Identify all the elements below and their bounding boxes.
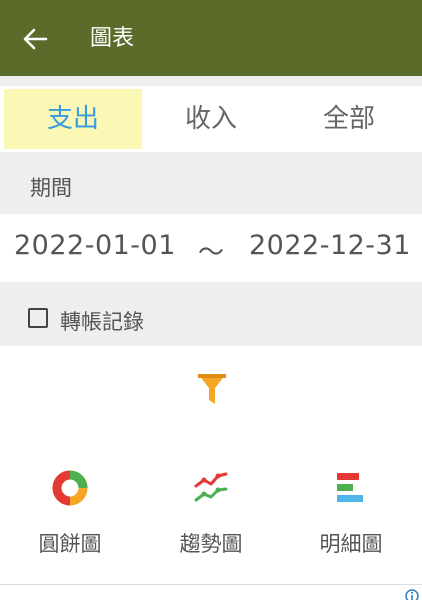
transfer-label: 轉帳記錄 <box>60 310 144 334</box>
page-title: 圖表 <box>90 26 135 51</box>
arrow-left-icon[interactable] <box>22 27 48 51</box>
divider <box>0 76 422 86</box>
tab-expense[interactable]: 支出 <box>4 89 142 149</box>
pie-chart-icon <box>52 470 88 506</box>
pie-chart-button[interactable]: 圓餅圖 <box>15 470 125 560</box>
ad-banner[interactable] <box>0 584 422 600</box>
transfer-checkbox[interactable] <box>28 308 48 328</box>
tab-income[interactable]: 收入 <box>142 89 280 149</box>
trend-chart-button[interactable]: 趨勢圖 <box>156 470 266 560</box>
trend-chart-label: 趨勢圖 <box>179 532 243 556</box>
type-tabs: 支出 收入 全部 <box>0 86 422 152</box>
period-section: 期間 <box>0 152 422 214</box>
tab-all[interactable]: 全部 <box>280 89 418 149</box>
trend-chart-icon <box>194 472 228 502</box>
pie-chart-label: 圓餅圖 <box>38 532 102 556</box>
start-date[interactable]: 2022-01-01 <box>14 230 176 261</box>
period-label: 期間 <box>30 176 72 200</box>
info-icon[interactable] <box>405 589 419 600</box>
date-separator: ～ <box>198 238 225 268</box>
transfer-row[interactable]: 轉帳記錄 <box>0 282 422 346</box>
date-range: 2022-01-01 ～ 2022-12-31 <box>0 214 422 282</box>
app-bar: 圖表 <box>0 0 422 76</box>
funnel-icon[interactable] <box>197 372 227 406</box>
detail-chart-button[interactable]: 明細圖 <box>296 470 406 560</box>
bar-detail-chart-icon <box>337 473 363 502</box>
end-date[interactable]: 2022-12-31 <box>249 230 411 261</box>
detail-chart-label: 明細圖 <box>319 532 383 556</box>
